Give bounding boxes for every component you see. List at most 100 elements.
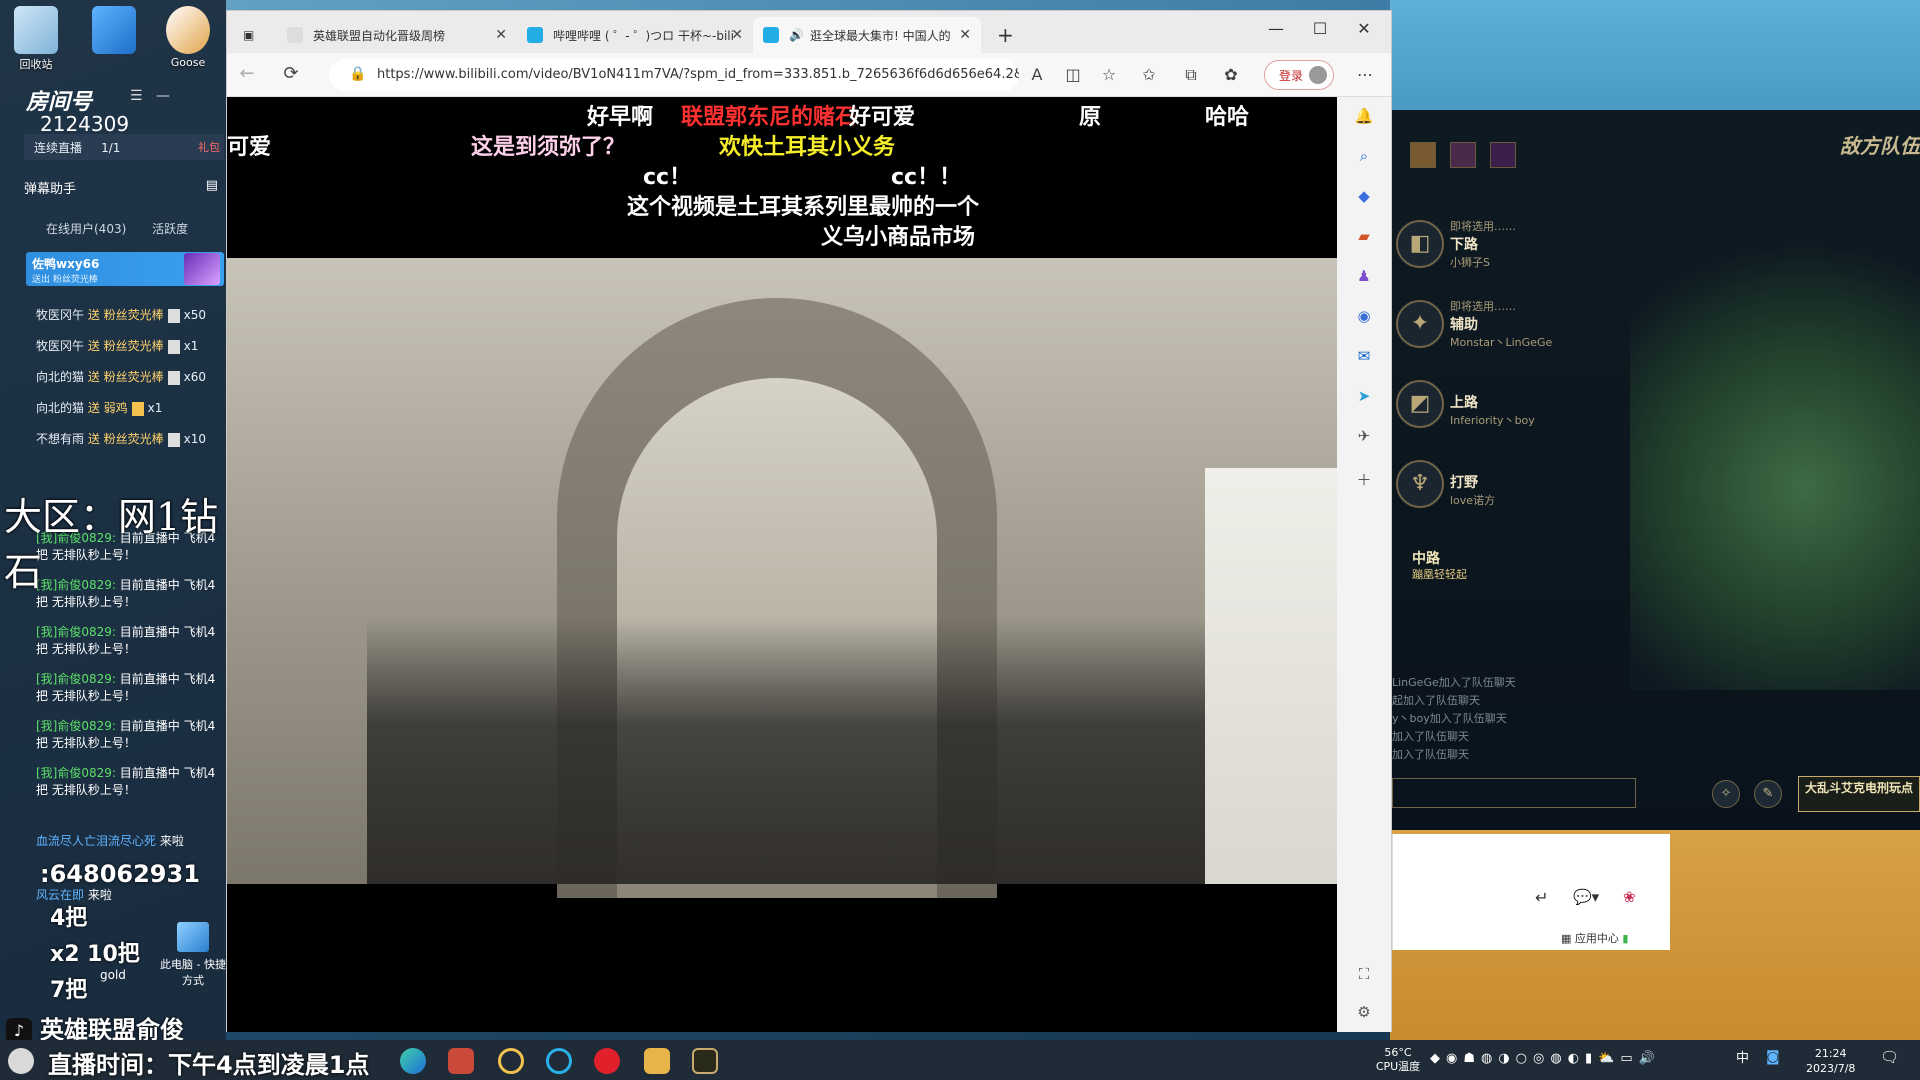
rose-icon[interactable]: ❀ — [1623, 888, 1636, 906]
games-icon[interactable]: ♟ — [1352, 267, 1376, 285]
drop-icon[interactable]: ✈ — [1352, 427, 1376, 445]
more-icon[interactable]: ⋯ — [1353, 65, 1377, 84]
bilibili-icon — [763, 27, 779, 43]
gear-icon[interactable]: ⚙ — [1352, 1003, 1376, 1021]
tab-online-users[interactable]: 在线用户(403) — [46, 222, 126, 236]
url-input[interactable]: 🔒 https://www.bilibili.com/video/BV1oN41… — [329, 59, 1019, 91]
summoners-rift-map — [1630, 240, 1920, 690]
document-icon[interactable]: ▤ — [206, 178, 218, 193]
role-icon: ♆ — [1396, 460, 1444, 508]
extension-icon[interactable]: ✿ — [1219, 65, 1243, 84]
collections-icon[interactable]: ⧉ — [1179, 65, 1203, 85]
danmaku: cc！ — [643, 165, 692, 190]
team-chat-log: LinGeGe加入了队伍聊天 起加入了队伍聊天 y丶boy加入了队伍聊天 加入了… — [1392, 676, 1516, 761]
app-avatar-icon[interactable] — [84, 6, 144, 56]
outlook-icon[interactable]: ✉ — [1352, 347, 1376, 365]
this-pc-icon[interactable]: 此电脑 - 快捷方式 — [160, 922, 226, 988]
clock[interactable]: 21:24 2023/7/8 — [1806, 1046, 1855, 1076]
video-player[interactable]: 好早啊 联盟郭东尼的赌石 好可爱 原 哈哈 可爱 这是到须弥了？ 欢快土耳其小义… — [227, 97, 1337, 1032]
app-icon[interactable] — [644, 1048, 670, 1074]
video-frame — [227, 258, 1337, 898]
goose-icon[interactable]: Goose — [158, 6, 218, 69]
tab-bilibili-home[interactable]: 哔哩哔哩 ( ゜- ゜)つロ 干杯~-bili ✕ — [517, 17, 753, 53]
role-top[interactable]: ◩ 上路 Inferiority丶boy — [1392, 374, 1592, 444]
danmaku: cc！！ — [891, 165, 962, 190]
danmu-assistant-header: 弹幕助手 ▤ — [24, 178, 224, 197]
vip-user-row[interactable]: 佐鸭wxy66 送出 粉丝荧光棒 — [26, 252, 224, 286]
shopping-icon[interactable]: ◆ — [1352, 187, 1376, 205]
lol-icon[interactable] — [692, 1048, 718, 1074]
close-window-icon[interactable]: ✕ — [1349, 19, 1379, 38]
bet-line-1: 4把 — [50, 906, 88, 931]
chat-input[interactable] — [1392, 778, 1636, 808]
minimize-icon[interactable]: — — [1261, 19, 1291, 38]
live-time: 直播时间：下午4点到凌晨1点 — [48, 1051, 370, 1079]
stream-mode: 连续直播 — [34, 141, 83, 155]
gift-item: 向北的猫 送 粉丝荧光棒 x60 — [36, 370, 207, 385]
role-jungle[interactable]: ♆ 打野 love诺方 — [1392, 454, 1592, 524]
reader-view-icon[interactable]: ◫ — [1061, 65, 1085, 84]
tools-icon[interactable]: ▰ — [1352, 227, 1376, 245]
close-tab-icon[interactable]: ✕ — [731, 27, 743, 43]
tab-bar: ▣ 英雄联盟自动化晋级周榜 ✕ 哔哩哔哩 ( ゜- ゜)つロ 干杯~-bili … — [227, 11, 1391, 53]
gift-item: 向北的猫 送 弱鸡 x1 — [36, 401, 163, 416]
gift-icon — [167, 308, 180, 323]
app-icon[interactable] — [448, 1048, 474, 1074]
chat-bubble-icon[interactable]: 💬▾ — [1573, 888, 1599, 906]
send-icon[interactable]: ➤ — [1352, 387, 1376, 405]
refresh-icon[interactable]: ⟳ — [277, 63, 305, 84]
start-icon[interactable] — [8, 1048, 34, 1074]
recycle-bin-icon[interactable]: 回收站 — [6, 6, 66, 72]
close-tab-icon[interactable]: ✕ — [495, 27, 507, 43]
screenshot-icon[interactable]: ⛶ — [1352, 965, 1376, 983]
read-aloud-icon[interactable]: A — [1025, 65, 1049, 84]
emote-icon[interactable]: ✧ — [1712, 780, 1740, 808]
game-mode-button[interactable]: 大乱斗艾克电刑玩点 — [1798, 776, 1920, 812]
tab-actions-icon[interactable]: ▣ — [233, 17, 265, 53]
tab-bilibili-video[interactable]: 🔊 逛全球最大集市! 中国人的 ✕ — [753, 17, 981, 53]
login-button[interactable]: 登录 — [1264, 60, 1334, 90]
panel-menu-icon[interactable]: ☰ — — [130, 88, 170, 104]
favorite-star-icon[interactable]: ☆ — [1097, 65, 1121, 84]
back-icon[interactable]: ← — [233, 63, 261, 84]
assistant-tabs: 在线用户(403) 活跃度 — [24, 220, 224, 237]
app-icon[interactable] — [546, 1048, 572, 1074]
edge-icon[interactable] — [400, 1048, 426, 1074]
ime-indicator[interactable]: 中 — [1736, 1052, 1749, 1066]
avatar — [1309, 66, 1327, 84]
favorites-icon[interactable]: ✩ — [1137, 65, 1161, 84]
tab-activity[interactable]: 活跃度 — [152, 222, 188, 236]
notification-icon[interactable]: 🗨 — [1880, 1050, 1899, 1065]
stream-mode-row[interactable]: 连续直播 1/1 礼包 — [24, 134, 224, 160]
new-tab-button[interactable]: + — [987, 17, 1023, 53]
cpu-temp: 56°C CPU温度 — [1375, 1046, 1421, 1073]
gift-icon — [167, 339, 180, 354]
app-center[interactable]: ▦ 应用中心 ▮ — [1561, 930, 1628, 946]
search-icon[interactable]: ⌕ — [1352, 147, 1376, 165]
tray-icons[interactable]: ◆◉☗◍◑○◎◍◐▮⛅▭🔊 — [1430, 1052, 1661, 1066]
danmaku: 好早啊 — [587, 105, 654, 130]
role-support[interactable]: ✦ 即将选用…… 辅助 Monstar丶LinGeGe — [1392, 294, 1592, 364]
stream-overlay-panel: 回收站 Goose 房间号 2124309 ☰ — 连续直播 1/1 礼包 弹幕… — [0, 0, 226, 1044]
gift-icon — [167, 432, 180, 447]
role-mid[interactable]: 中路 蹦凰轻轻起 — [1392, 534, 1592, 604]
vip-avatar — [184, 253, 220, 285]
office-icon[interactable]: ◉ — [1352, 307, 1376, 325]
maximize-icon[interactable]: ☐ — [1305, 19, 1335, 38]
gift-list: 牧医冈午 送 粉丝荧光棒 x50 牧医冈午 送 粉丝荧光棒 x1 向北的猫 送 粉丝… — [36, 306, 226, 461]
bilibili-icon — [527, 27, 543, 43]
qq-tray-icon[interactable]: ◙ — [1766, 1050, 1780, 1064]
role-icon: ◧ — [1396, 220, 1444, 268]
app-icon[interactable] — [498, 1048, 524, 1074]
close-tab-icon[interactable]: ✕ — [959, 27, 971, 43]
danmaku: 原 — [1079, 105, 1102, 130]
gift-item: 牧医冈午 送 粉丝荧光棒 x1 — [36, 339, 199, 354]
tab-lol-ranking[interactable]: 英雄联盟自动化晋级周榜 ✕ — [277, 17, 517, 53]
return-icon[interactable]: ↵ — [1535, 888, 1548, 907]
gift-tag[interactable]: 礼包 — [198, 139, 220, 155]
add-icon[interactable]: ＋ — [1352, 469, 1376, 490]
netease-music-icon[interactable] — [594, 1048, 620, 1074]
edit-icon[interactable]: ✎ — [1754, 780, 1782, 808]
role-bottom[interactable]: ◧ 即将选用…… 下路 小狮子S — [1392, 214, 1592, 284]
bell-icon[interactable]: 🔔 — [1352, 107, 1376, 125]
